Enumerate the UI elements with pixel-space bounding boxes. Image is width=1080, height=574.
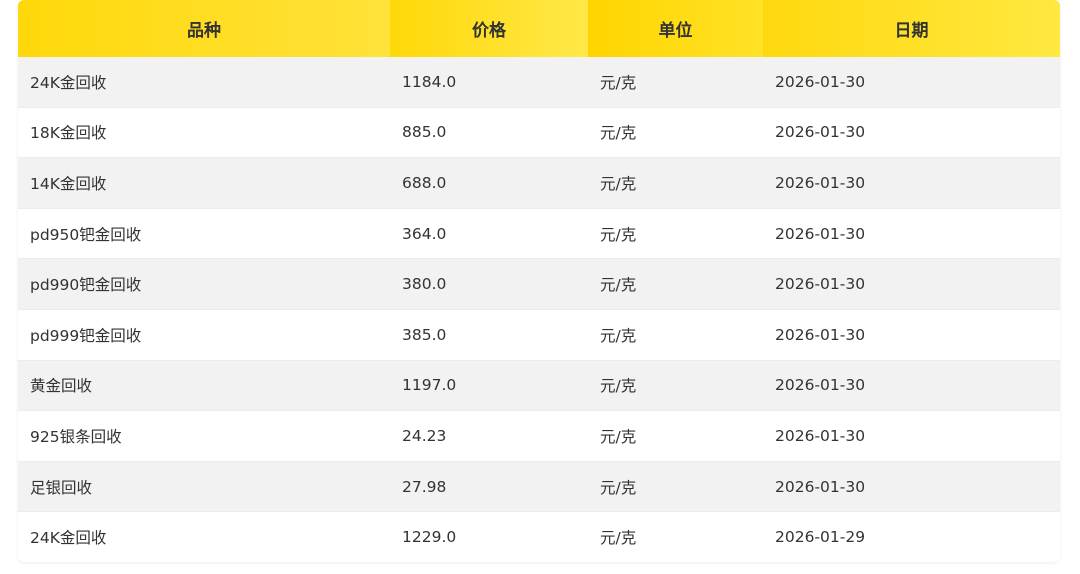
cell-unit: 元/克: [588, 258, 763, 310]
header-price: 价格: [390, 0, 588, 57]
cell-variety: 黄金回收: [18, 360, 390, 412]
table-row: 925银条回收 24.23 元/克 2026-01-30: [18, 410, 1060, 462]
cell-variety: 足银回收: [18, 461, 390, 513]
header-variety: 品种: [18, 0, 390, 57]
cell-variety: 14K金回收: [18, 157, 390, 209]
cell-price: 385.0: [390, 309, 588, 361]
cell-date: 2026-01-30: [763, 461, 1060, 513]
cell-unit: 元/克: [588, 360, 763, 412]
cell-unit: 元/克: [588, 309, 763, 361]
price-table-container: 品种 价格 单位 日期 24K金回收 1184.0 元/克 2026-01-30…: [18, 0, 1060, 562]
cell-date: 2026-01-30: [763, 157, 1060, 209]
header-row: 品种 价格 单位 日期: [18, 0, 1060, 57]
cell-price: 1229.0: [390, 511, 588, 562]
cell-variety: 24K金回收: [18, 511, 390, 562]
cell-date: 2026-01-30: [763, 258, 1060, 310]
table-row: 24K金回收 1229.0 元/克 2026-01-29: [18, 511, 1060, 562]
table-row: pd999钯金回收 385.0 元/克 2026-01-30: [18, 309, 1060, 361]
cell-price: 688.0: [390, 157, 588, 209]
cell-unit: 元/克: [588, 410, 763, 462]
cell-unit: 元/克: [588, 208, 763, 260]
table-body: 24K金回收 1184.0 元/克 2026-01-30 18K金回收 885.…: [18, 57, 1060, 562]
cell-price: 24.23: [390, 410, 588, 462]
cell-variety: pd990钯金回收: [18, 258, 390, 310]
cell-unit: 元/克: [588, 107, 763, 159]
cell-price: 27.98: [390, 461, 588, 513]
header-unit: 单位: [588, 0, 763, 57]
table-header: 品种 价格 单位 日期: [18, 0, 1060, 57]
table-row: 足银回收 27.98 元/克 2026-01-30: [18, 461, 1060, 513]
table-row: pd990钯金回收 380.0 元/克 2026-01-30: [18, 258, 1060, 310]
table-row: pd950钯金回收 364.0 元/克 2026-01-30: [18, 208, 1060, 260]
cell-variety: pd999钯金回收: [18, 309, 390, 361]
table-row: 18K金回收 885.0 元/克 2026-01-30: [18, 107, 1060, 159]
cell-variety: 24K金回收: [18, 57, 390, 108]
cell-price: 380.0: [390, 258, 588, 310]
cell-date: 2026-01-30: [763, 360, 1060, 412]
cell-date: 2026-01-30: [763, 309, 1060, 361]
cell-price: 364.0: [390, 208, 588, 260]
cell-variety: 18K金回收: [18, 107, 390, 159]
cell-unit: 元/克: [588, 461, 763, 513]
cell-price: 1184.0: [390, 57, 588, 108]
cell-date: 2026-01-30: [763, 208, 1060, 260]
table-row: 黄金回收 1197.0 元/克 2026-01-30: [18, 360, 1060, 412]
cell-date: 2026-01-29: [763, 511, 1060, 562]
cell-price: 1197.0: [390, 360, 588, 412]
header-date: 日期: [763, 0, 1060, 57]
cell-unit: 元/克: [588, 157, 763, 209]
table-row: 14K金回收 688.0 元/克 2026-01-30: [18, 157, 1060, 209]
cell-date: 2026-01-30: [763, 57, 1060, 108]
cell-date: 2026-01-30: [763, 107, 1060, 159]
cell-unit: 元/克: [588, 511, 763, 562]
cell-variety: 925银条回收: [18, 410, 390, 462]
cell-date: 2026-01-30: [763, 410, 1060, 462]
cell-unit: 元/克: [588, 57, 763, 108]
cell-price: 885.0: [390, 107, 588, 159]
table-row: 24K金回收 1184.0 元/克 2026-01-30: [18, 57, 1060, 108]
recycle-price-table: 品种 价格 单位 日期 24K金回收 1184.0 元/克 2026-01-30…: [18, 0, 1060, 562]
cell-variety: pd950钯金回收: [18, 208, 390, 260]
